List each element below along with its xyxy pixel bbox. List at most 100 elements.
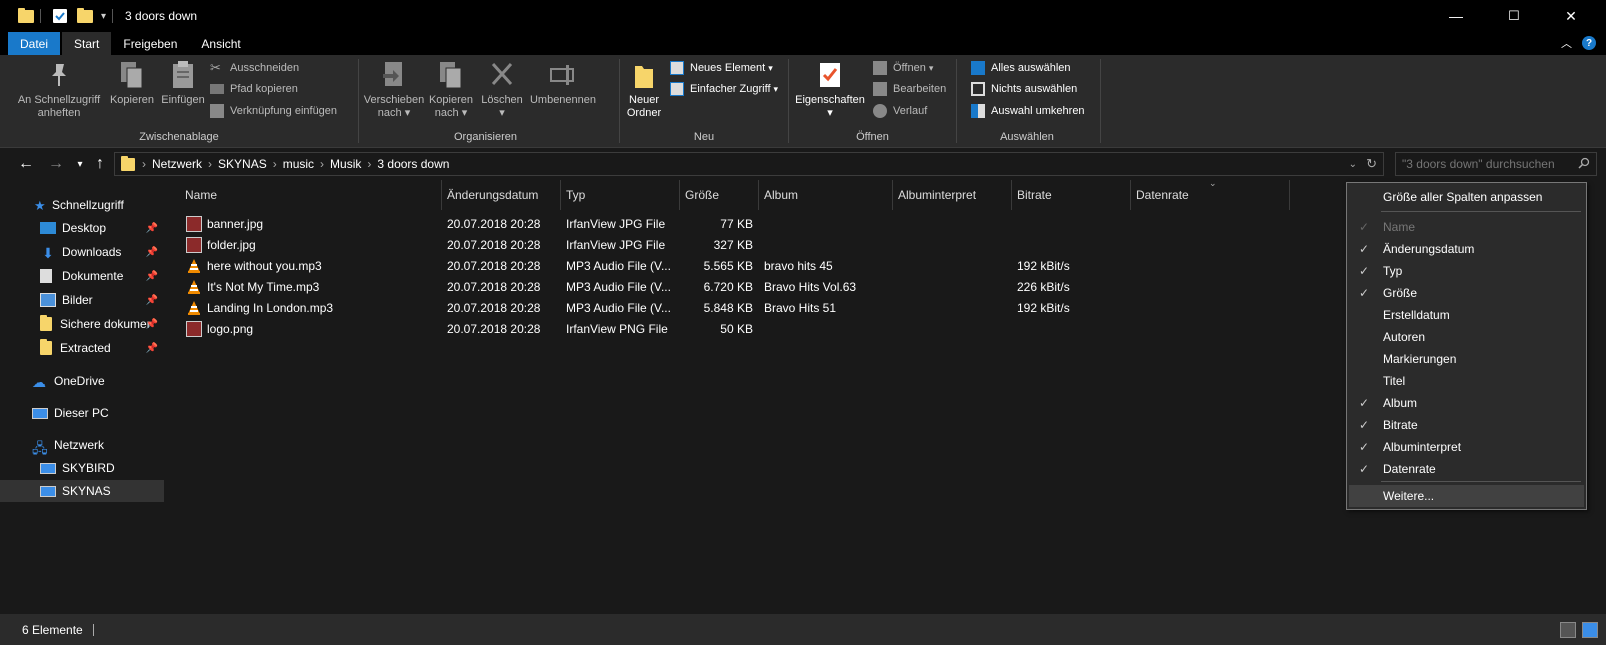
menu-item-column[interactable]: Titel: [1349, 370, 1584, 392]
details-view-icon[interactable]: [1560, 622, 1576, 638]
refresh-icon[interactable]: ↻: [1366, 156, 1377, 172]
menu-item-column[interactable]: ✓ Album: [1349, 392, 1584, 414]
column-header-type[interactable]: Typ: [561, 180, 679, 210]
address-dropdown-icon[interactable]: ⌄: [1349, 159, 1357, 170]
menu-item-column[interactable]: ✓ Datenrate: [1349, 458, 1584, 480]
pin-icon[interactable]: 📌: [146, 295, 158, 306]
table-row[interactable]: here without you.mp3 20.07.2018 20:28 MP…: [180, 255, 1350, 276]
properties-button[interactable]: Eigenschaften ▾: [791, 59, 869, 120]
menu-item-more[interactable]: Weitere...: [1349, 485, 1584, 507]
copy-to-button[interactable]: Kopieren nach ▾: [425, 59, 477, 120]
column-header-bitrate[interactable]: Bitrate: [1012, 180, 1130, 210]
maximize-button[interactable]: ☐: [1491, 0, 1537, 32]
breadcrumb-musik[interactable]: Musik: [325, 157, 366, 171]
column-header-size[interactable]: Größe: [680, 180, 758, 210]
search-input[interactable]: [1402, 157, 1577, 171]
column-header-name[interactable]: Name: [180, 180, 435, 210]
nav-pictures[interactable]: Bilder 📌: [0, 289, 164, 311]
separator: [112, 9, 114, 23]
breadcrumb-current[interactable]: 3 doors down: [372, 157, 454, 171]
open-button[interactable]: Öffnen ▾: [873, 58, 933, 78]
menu-item-column[interactable]: Erstelldatum: [1349, 304, 1584, 326]
nav-onedrive[interactable]: ☁ OneDrive: [0, 370, 164, 392]
breadcrumb-netzwerk[interactable]: Netzwerk: [147, 157, 207, 171]
close-button[interactable]: ✕: [1548, 0, 1594, 32]
large-icons-view-icon[interactable]: [1582, 622, 1598, 638]
breadcrumb-music[interactable]: music: [278, 157, 319, 171]
breadcrumb-skynas[interactable]: SKYNAS: [213, 157, 272, 171]
menu-item-column[interactable]: ✓ Bitrate: [1349, 414, 1584, 436]
tab-view[interactable]: Ansicht: [189, 32, 252, 55]
customize-quick-access-icon[interactable]: ▾: [101, 11, 106, 22]
new-item-dropdown-arrow: ▾: [768, 62, 773, 73]
move-to-button[interactable]: Verschieben nach ▾: [363, 59, 425, 120]
new-folder-quick-icon[interactable]: [77, 7, 93, 23]
help-icon[interactable]: ?: [1582, 36, 1596, 50]
copy-path-button[interactable]: Pfad kopieren: [210, 79, 298, 99]
table-row[interactable]: Landing In London.mp3 20.07.2018 20:28 M…: [180, 297, 1350, 318]
cut-button[interactable]: ✂ Ausschneiden: [210, 58, 299, 78]
tab-file[interactable]: Datei: [8, 32, 61, 55]
menu-item-column[interactable]: ✓ Typ: [1349, 260, 1584, 282]
select-all-button[interactable]: Alles auswählen: [971, 58, 1071, 78]
address-bar[interactable]: › Netzwerk › SKYNAS › music › Musik › 3 …: [114, 152, 1384, 176]
search-box[interactable]: [1395, 152, 1597, 176]
nav-documents[interactable]: Dokumente 📌: [0, 265, 164, 287]
menu-item-label: Name: [1383, 220, 1416, 234]
table-row[interactable]: folder.jpg 20.07.2018 20:28 IrfanView JP…: [180, 234, 1350, 255]
table-row[interactable]: logo.png 20.07.2018 20:28 IrfanView PNG …: [180, 318, 1350, 339]
pin-quick-access-button[interactable]: An Schnellzugriff anheften: [14, 59, 104, 120]
pin-icon[interactable]: 📌: [146, 223, 158, 234]
delete-button[interactable]: Löschen ▾: [479, 59, 525, 120]
divider[interactable]: [1289, 180, 1290, 210]
edit-button[interactable]: Bearbeiten: [873, 79, 946, 99]
nav-downloads[interactable]: ⬇ Downloads 📌: [0, 241, 164, 263]
menu-item-column[interactable]: Autoren: [1349, 326, 1584, 348]
invert-selection-button[interactable]: Auswahl umkehren: [971, 101, 1085, 121]
properties-quick-icon[interactable]: [53, 9, 67, 23]
paste-button[interactable]: Einfügen: [158, 59, 208, 107]
nav-skynas[interactable]: SKYNAS: [0, 480, 164, 502]
column-header-album[interactable]: Album: [759, 180, 892, 210]
menu-item-column[interactable]: ✓ Albuminterpret: [1349, 436, 1584, 458]
nav-desktop[interactable]: Desktop 📌: [0, 217, 164, 239]
menu-item-column[interactable]: ✓ Änderungsdatum: [1349, 238, 1584, 260]
nav-extracted[interactable]: Extracted 📌: [0, 337, 164, 359]
back-button[interactable]: ←: [16, 154, 36, 174]
pin-icon[interactable]: 📌: [146, 247, 158, 258]
new-folder-button[interactable]: Neuer Ordner: [624, 59, 664, 120]
pin-icon[interactable]: 📌: [146, 319, 158, 330]
title-bar: ▾ 3 doors down — ☐ ✕: [0, 0, 1606, 32]
up-button[interactable]: ↑: [90, 154, 110, 174]
recent-locations-button[interactable]: ▾: [70, 154, 90, 174]
nav-quick-access[interactable]: ★ Schnellzugriff: [0, 194, 164, 216]
table-row[interactable]: banner.jpg 20.07.2018 20:28 IrfanView JP…: [180, 213, 1350, 234]
menu-item-column[interactable]: Markierungen: [1349, 348, 1584, 370]
table-row[interactable]: It's Not My Time.mp3 20.07.2018 20:28 MP…: [180, 276, 1350, 297]
new-item-button[interactable]: Neues Element ▾: [670, 58, 773, 78]
forward-button[interactable]: →: [46, 154, 66, 174]
select-group-label: Auswählen: [1000, 131, 1054, 143]
nav-secure-docs[interactable]: Sichere dokumer 📌: [0, 313, 164, 335]
nav-this-pc[interactable]: Dieser PC: [0, 402, 164, 424]
copy-button[interactable]: Kopieren: [108, 59, 156, 107]
select-none-button[interactable]: Nichts auswählen: [971, 79, 1077, 99]
pin-icon[interactable]: 📌: [146, 271, 158, 282]
easy-access-button[interactable]: Einfacher Zugriff ▾: [670, 79, 778, 99]
menu-item-column[interactable]: ✓ Größe: [1349, 282, 1584, 304]
paste-shortcut-button[interactable]: Verknüpfung einfügen: [210, 101, 337, 121]
collapse-ribbon-icon[interactable]: ︿: [1561, 35, 1572, 51]
menu-item-fit-columns[interactable]: Größe aller Spalten anpassen: [1349, 186, 1584, 208]
pin-icon[interactable]: 📌: [146, 343, 158, 354]
nav-network[interactable]: 🖧 Netzwerk: [0, 434, 164, 456]
tab-start[interactable]: Start: [62, 32, 112, 55]
history-button[interactable]: Verlauf: [873, 101, 927, 121]
search-icon[interactable]: [1578, 157, 1590, 172]
rename-button[interactable]: Umbenennen: [527, 59, 599, 107]
column-header-album-artist[interactable]: Albuminterpret: [893, 180, 1011, 210]
column-header-date[interactable]: Änderungsdatum: [442, 180, 560, 210]
minimize-button[interactable]: —: [1433, 0, 1479, 32]
nav-skybird[interactable]: SKYBIRD: [0, 457, 164, 479]
nav-pictures-label: Bilder: [62, 293, 93, 307]
tab-share[interactable]: Freigeben: [111, 32, 189, 55]
